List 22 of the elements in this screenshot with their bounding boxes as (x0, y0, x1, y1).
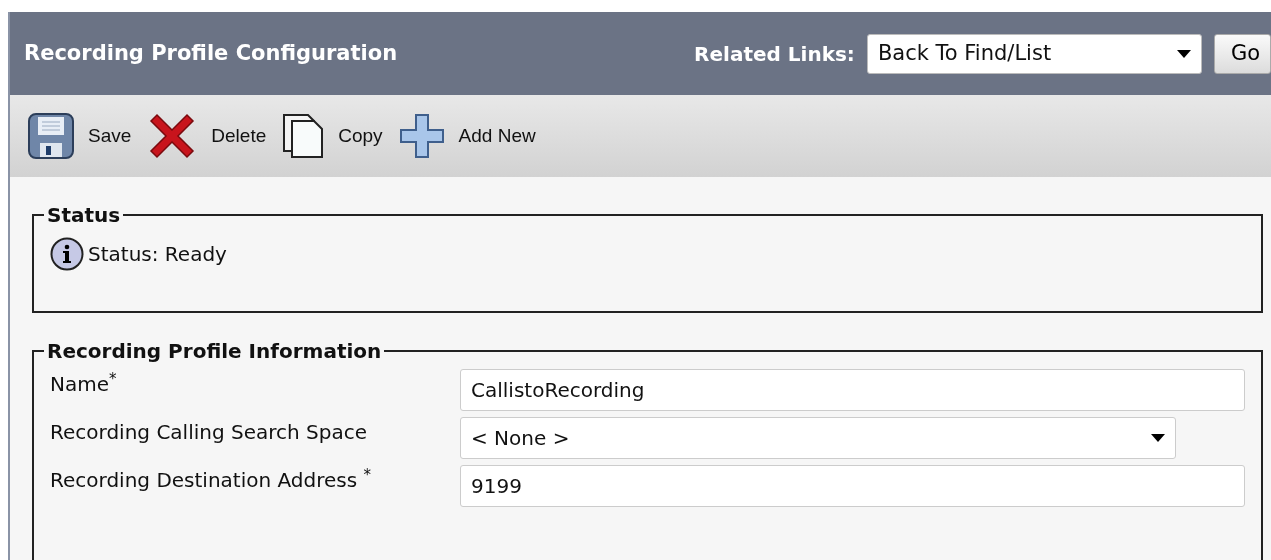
go-button[interactable]: Go (1213, 33, 1271, 74)
section-heading: Recording Profile Information (46, 341, 383, 361)
documents-icon (282, 113, 325, 159)
add-button[interactable]: Add New (398, 113, 536, 159)
field-label: Name$^{*}$ (50, 369, 118, 398)
section-heading: Status (46, 205, 122, 225)
caret-icon (1151, 434, 1165, 442)
copy-button[interactable]: Copy (282, 113, 383, 159)
related-links-dropdown[interactable]: Back To Find/List (866, 33, 1202, 74)
related-links-label: Related Links: (694, 40, 855, 68)
info-icon (50, 237, 84, 271)
save-button[interactable]: Save (28, 113, 132, 159)
caret-icon (1176, 49, 1191, 58)
delete-button[interactable]: Delete (147, 111, 267, 161)
input-field[interactable]: CallistoRecording (460, 369, 1245, 411)
input-field[interactable]: 9199 (460, 465, 1245, 507)
field-label: Recording Destination Address $^{*}$ (50, 465, 372, 494)
plus-icon (398, 113, 445, 159)
dropdown-field[interactable]: < None > (460, 417, 1176, 459)
status-message: Status: Ready (88, 241, 227, 268)
page-title: Recording Profile Configuration (24, 39, 399, 67)
field-label: Recording Calling Search Space (50, 419, 369, 446)
